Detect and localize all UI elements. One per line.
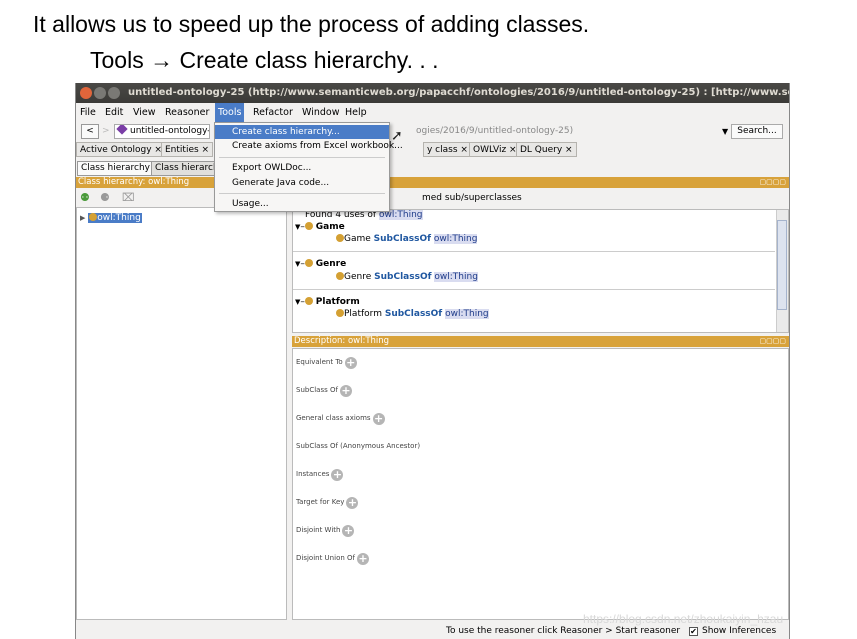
- desc-subclass-of-anonymous: SubClass Of (Anonymous Ancestor): [296, 442, 421, 450]
- chevron-down-icon[interactable]: ▼: [722, 125, 728, 138]
- menu-help[interactable]: Help: [342, 103, 370, 122]
- menu-divider: [219, 157, 385, 158]
- menu-view[interactable]: View: [130, 103, 159, 122]
- expand-arrow-icon[interactable]: ▶: [80, 214, 85, 222]
- menu-divider: [219, 193, 385, 194]
- status-bar: To use the reasoner click Reasoner > Sta…: [76, 624, 789, 639]
- ontology-icon: [116, 125, 128, 135]
- menu-item-usage[interactable]: Usage...: [215, 197, 389, 211]
- close-window-button[interactable]: [80, 87, 92, 99]
- usage-group-platform[interactable]: ▼– Platform: [295, 296, 360, 308]
- tab-row: Active Ontology × Entities × y class × O…: [76, 142, 789, 157]
- active-ontology-selector[interactable]: untitled-ontology-2: [114, 124, 210, 139]
- menu-item-create-class-hierarchy[interactable]: Create class hierarchy...: [215, 125, 389, 139]
- tab-active-ontology[interactable]: Active Ontology ×: [76, 142, 166, 157]
- axiom-platform[interactable]: Platform SubClassOf owl:Thing: [336, 308, 489, 320]
- class-hierarchy-tree: ▶ owl:Thing: [76, 207, 287, 620]
- description-header: Description: owl:Thing ▢▢▢▢: [292, 336, 789, 347]
- add-icon[interactable]: +: [372, 413, 385, 425]
- menu-item-create-axioms-from-excel[interactable]: Create axioms from Excel workbook...: [215, 139, 403, 153]
- mouse-pointer-icon: ➚: [391, 128, 403, 144]
- menu-window[interactable]: Window: [299, 103, 342, 122]
- divider: [293, 289, 775, 290]
- desc-disjoint-union-of: Disjoint Union Of +: [296, 552, 369, 565]
- usage-group-game[interactable]: ▼– Game: [295, 221, 345, 233]
- subtab-class-hierarchy[interactable]: Class hierarchy: [77, 161, 154, 176]
- tab-class[interactable]: y class ×: [423, 142, 472, 157]
- description-panel: Equivalent To + SubClass Of + General clas…: [292, 348, 789, 620]
- panel-view-controls-icon[interactable]: ▢▢▢▢: [760, 337, 786, 346]
- menu-refactor[interactable]: Refactor: [250, 103, 296, 122]
- desc-equivalent-to: Equivalent To +: [296, 356, 357, 369]
- menu-item-export-owldoc[interactable]: Export OWLDoc...: [215, 161, 389, 175]
- show-inferences-label: Show Inferences: [702, 626, 777, 636]
- subtab-class-hierarchy-inferred[interactable]: Class hierarch: [151, 161, 216, 176]
- desc-general-class-axioms: General class axioms +: [296, 412, 385, 425]
- panel-view-controls-icon[interactable]: ▢▢▢▢: [760, 178, 786, 187]
- usage-list: Found 4 uses of owl:Thing ▼– Game Game S…: [292, 209, 789, 333]
- protege-window: untitled-ontology-25 (http://www.semanti…: [75, 83, 790, 639]
- toolbar: < > untitled-ontology-2 ogies/2016/9/unt…: [76, 122, 789, 142]
- usage-scrollbar[interactable]: [776, 210, 788, 332]
- add-icon[interactable]: +: [342, 525, 355, 537]
- desc-disjoint-with: Disjoint With +: [296, 524, 355, 537]
- axiom-genre[interactable]: Genre SubClassOf owl:Thing: [336, 271, 478, 283]
- slide-heading: It allows us to speed up the process of …: [33, 11, 590, 37]
- window-title: untitled-ontology-25 (http://www.semanti…: [128, 87, 789, 98]
- scroll-thumb[interactable]: [777, 220, 787, 310]
- menu-edit[interactable]: Edit: [102, 103, 126, 122]
- tree-item-owl-thing[interactable]: ▶ owl:Thing: [80, 213, 142, 224]
- add-icon[interactable]: +: [331, 469, 344, 481]
- show-inferences-checkbox[interactable]: ✔: [689, 627, 698, 636]
- back-button[interactable]: <: [81, 124, 99, 139]
- forward-button[interactable]: >: [102, 124, 110, 139]
- tab-owlviz[interactable]: OWLViz ×: [469, 142, 521, 157]
- menu-tools[interactable]: Tools: [215, 103, 245, 122]
- status-text: To use the reasoner click Reasoner > Sta…: [446, 626, 681, 636]
- search-button[interactable]: Search...: [731, 124, 783, 139]
- divider: [293, 251, 775, 252]
- tab-dl-query[interactable]: DL Query ×: [516, 142, 577, 157]
- watermark: https://blog.csdn.net/zhoukaiyin_hzau: [583, 612, 784, 626]
- add-icon[interactable]: +: [344, 357, 357, 369]
- menu-file[interactable]: File: [77, 103, 99, 122]
- add-icon[interactable]: +: [339, 385, 352, 397]
- minimize-window-button[interactable]: [94, 87, 106, 99]
- add-icon[interactable]: +: [356, 553, 369, 565]
- menu-item-generate-java-code[interactable]: Generate Java code...: [215, 176, 389, 190]
- add-sibling-icon[interactable]: ⚈: [100, 189, 110, 207]
- delete-class-icon[interactable]: ⌧: [122, 189, 135, 207]
- axiom-game[interactable]: Game SubClassOf owl:Thing: [336, 233, 478, 245]
- menu-bar: File Edit View Reasoner Tools Refactor W…: [76, 103, 789, 122]
- desc-instances: Instances +: [296, 468, 344, 481]
- menu-reasoner[interactable]: Reasoner: [162, 103, 212, 122]
- slide-subheading: Tools → Create class hierarchy. . .: [90, 47, 439, 73]
- ontology-url: ogies/2016/9/untitled-ontology-25): [416, 126, 574, 136]
- add-icon[interactable]: +: [346, 497, 359, 509]
- add-subclass-icon[interactable]: ⚉: [80, 189, 90, 207]
- maximize-window-button[interactable]: [108, 87, 120, 99]
- desc-target-for-key: Target for Key +: [296, 496, 359, 509]
- tab-entities[interactable]: Entities ×: [161, 142, 214, 157]
- usage-group-genre[interactable]: ▼– Genre: [295, 258, 346, 270]
- tools-menu: Create class hierarchy... Create axioms …: [214, 122, 403, 212]
- title-bar: untitled-ontology-25 (http://www.semanti…: [76, 83, 789, 103]
- desc-subclass-of: SubClass Of +: [296, 384, 352, 397]
